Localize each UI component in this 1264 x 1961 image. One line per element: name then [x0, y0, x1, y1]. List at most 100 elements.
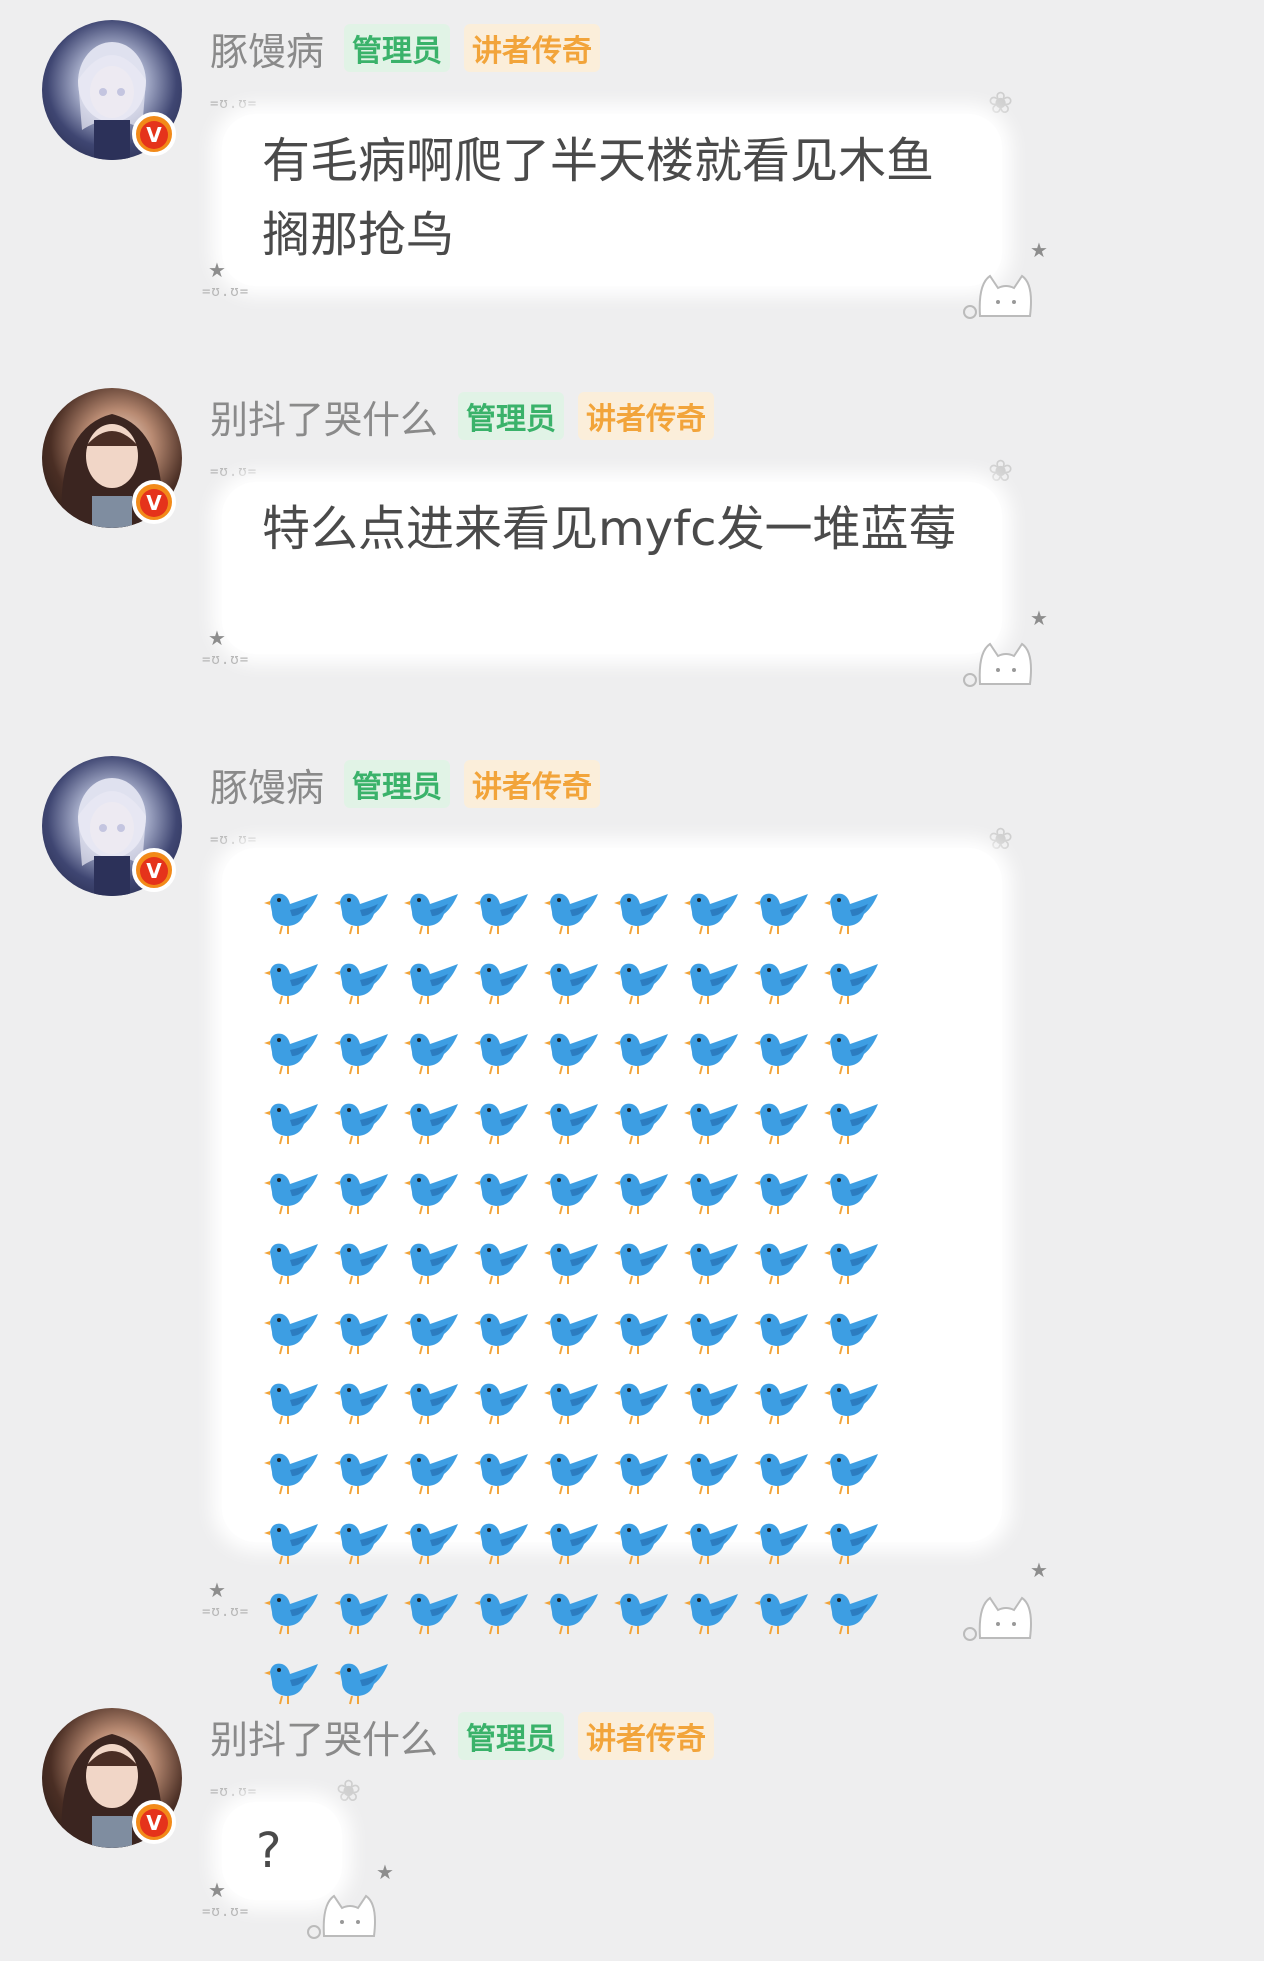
- bird-icon: [334, 1378, 404, 1444]
- bird-icon: [614, 1518, 684, 1584]
- bird-icon: [404, 888, 474, 954]
- bird-icon: [824, 1308, 894, 1374]
- bird-icon: [264, 1378, 334, 1444]
- bird-icon: [684, 1028, 754, 1094]
- bird-icon: [474, 888, 544, 954]
- bird-icon: [404, 1378, 474, 1444]
- bird-icon: [614, 1588, 684, 1654]
- bird-icon: [614, 1238, 684, 1304]
- star-icon: ★: [1030, 238, 1048, 262]
- bird-icon: [264, 1588, 334, 1654]
- bird-icon: [334, 1028, 404, 1094]
- bird-icon: [824, 1098, 894, 1164]
- bird-icon: [334, 1168, 404, 1234]
- star-icon: ★: [1030, 1558, 1048, 1582]
- bird-icon: [684, 1378, 754, 1444]
- username[interactable]: 别抖了哭什么: [210, 389, 438, 444]
- bird-icon: [684, 1168, 754, 1234]
- admin-tag: 管理员: [344, 760, 451, 808]
- kaomoji-bottom: =ʊ.ʊ=: [202, 652, 250, 668]
- cat-face-icon: [963, 274, 1032, 319]
- bird-icon: [544, 958, 614, 1024]
- admin-tag: 管理员: [458, 392, 565, 440]
- message-text: 特么点进来看见myfc发一堆蓝莓: [262, 501, 957, 557]
- star-icon: ★: [1030, 606, 1048, 630]
- bird-icon: [614, 1308, 684, 1374]
- bird-icon: [474, 958, 544, 1024]
- star-icon: ★: [208, 1878, 226, 1902]
- bird-icon: [404, 1308, 474, 1374]
- message-bubble[interactable]: [222, 848, 1002, 1705]
- kaomoji-bottom: =ʊ.ʊ=: [202, 1904, 250, 1920]
- bird-icon: [474, 1308, 544, 1374]
- bird-icon: [614, 1098, 684, 1164]
- bird-icon: [404, 1098, 474, 1164]
- bird-icon: [684, 1098, 754, 1164]
- bird-icon: [684, 1448, 754, 1514]
- bird-icon: [754, 958, 824, 1024]
- bird-icon: [824, 1518, 894, 1584]
- bird-icon: [264, 1238, 334, 1304]
- kaomoji-top: =ʊ.ʊ=: [210, 464, 258, 480]
- bird-icon: [754, 1098, 824, 1164]
- bird-icon: [334, 1588, 404, 1654]
- bird-icon: [544, 888, 614, 954]
- bird-icon: [404, 1588, 474, 1654]
- bird-icon: [824, 1378, 894, 1444]
- bird-icon: [824, 888, 894, 954]
- bird-icon: [614, 1378, 684, 1444]
- legend-tag: 讲者传奇: [578, 392, 715, 440]
- message-bubble[interactable]: 有毛病啊爬了半天楼就看见木鱼搁那抢鸟: [222, 114, 1002, 286]
- bird-icon: [264, 1448, 334, 1514]
- bird-icon: [684, 958, 754, 1024]
- bird-icon: [754, 1028, 824, 1094]
- bird-icon: [404, 958, 474, 1024]
- bird-icon: [614, 1448, 684, 1514]
- bird-icon: [334, 1518, 404, 1584]
- star-icon: ★: [376, 1860, 394, 1884]
- cat-face-icon: [963, 1596, 1032, 1641]
- username[interactable]: 豚馒病: [210, 757, 324, 812]
- bird-icon: [544, 1098, 614, 1164]
- bird-icon: [684, 1238, 754, 1304]
- bird-icon: [264, 1518, 334, 1584]
- message-header: 别抖了哭什么 管理员 讲者传奇: [210, 1712, 728, 1762]
- username[interactable]: 豚馒病: [210, 21, 324, 76]
- bird-icon: [474, 1378, 544, 1444]
- message-header: 豚馒病 管理员 讲者传奇: [210, 24, 614, 74]
- verified-badge: V: [132, 1800, 176, 1844]
- bird-icon: [824, 958, 894, 1024]
- bird-icon: [334, 1238, 404, 1304]
- message-bubble[interactable]: 特么点进来看见myfc发一堆蓝莓: [222, 482, 1002, 654]
- legend-tag: 讲者传奇: [578, 1712, 715, 1760]
- bird-icon: [824, 1028, 894, 1094]
- bird-icon: [544, 1448, 614, 1514]
- bird-icon: [754, 1518, 824, 1584]
- bird-icon: [684, 1308, 754, 1374]
- bird-icon: [544, 1308, 614, 1374]
- bird-icon: [404, 1238, 474, 1304]
- admin-tag: 管理员: [344, 24, 451, 72]
- cat-face-icon: [963, 642, 1032, 687]
- message-header: 别抖了哭什么 管理员 讲者传奇: [210, 392, 728, 442]
- bird-icon: [474, 1028, 544, 1094]
- bird-icon: [754, 1588, 824, 1654]
- bird-icon: [614, 888, 684, 954]
- message-text: 有毛病啊爬了半天楼就看见木鱼搁那抢鸟: [262, 133, 935, 263]
- bird-icon: [754, 888, 824, 954]
- verified-badge: V: [132, 480, 176, 524]
- verified-badge: V: [132, 848, 176, 892]
- bird-icon: [544, 1378, 614, 1444]
- bird-icon: [474, 1238, 544, 1304]
- bird-icon: [404, 1448, 474, 1514]
- bird-icon: [544, 1028, 614, 1094]
- bird-icon: [754, 1168, 824, 1234]
- kaomoji-top: =ʊ.ʊ=: [210, 832, 258, 848]
- star-icon: ★: [208, 1578, 226, 1602]
- bird-icon: [334, 888, 404, 954]
- admin-tag: 管理员: [458, 1712, 565, 1760]
- bird-icon: [824, 1168, 894, 1234]
- bird-icon: [334, 1098, 404, 1164]
- bird-icon: [824, 1448, 894, 1514]
- username[interactable]: 别抖了哭什么: [210, 1709, 438, 1764]
